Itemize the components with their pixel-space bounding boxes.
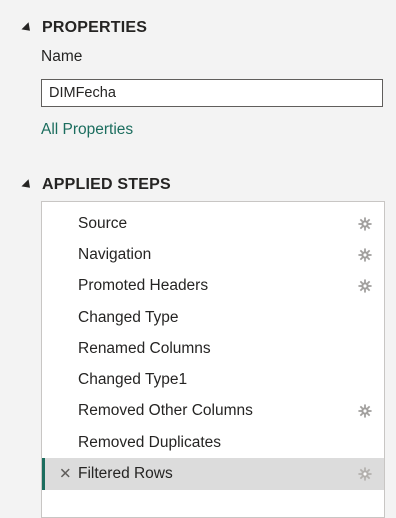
applied-step-item[interactable]: Changed Type1 — [42, 364, 384, 395]
query-name-input[interactable] — [41, 79, 383, 107]
applied-step-item[interactable]: Renamed Columns — [42, 333, 384, 364]
applied-step-label: Removed Other Columns — [78, 402, 253, 420]
name-field-label: Name — [41, 48, 83, 65]
gear-icon[interactable] — [358, 217, 372, 231]
applied-step-item[interactable]: Changed Type — [42, 302, 384, 333]
applied-step-label: Removed Duplicates — [78, 433, 222, 451]
applied-step-item[interactable]: ✕ Filtered Rows — [42, 458, 384, 490]
gear-icon[interactable] — [358, 248, 372, 262]
applied-step-label: Filtered Rows — [78, 465, 173, 483]
properties-section-header[interactable]: PROPERTIES — [21, 19, 148, 37]
applied-steps-section-header[interactable]: APPLIED STEPS — [21, 176, 171, 194]
selected-step-indicator — [42, 458, 45, 490]
applied-step-item[interactable]: Source — [42, 208, 384, 239]
collapse-triangle-icon[interactable] — [21, 178, 34, 191]
applied-step-item[interactable]: Navigation — [42, 239, 384, 270]
applied-steps-list: Source Navigation Promoted Headers Changed … — [42, 208, 384, 490]
gear-icon[interactable] — [358, 404, 372, 418]
query-settings-pane: PROPERTIES Name All Properties APPLIED S… — [0, 0, 396, 518]
applied-step-label: Changed Type1 — [78, 371, 188, 389]
applied-step-item[interactable]: Removed Duplicates — [42, 427, 384, 458]
applied-step-item[interactable]: Removed Other Columns — [42, 396, 384, 427]
applied-steps-header-label: APPLIED STEPS — [42, 176, 171, 193]
properties-header-label: PROPERTIES — [42, 19, 148, 36]
close-icon[interactable]: ✕ — [59, 467, 72, 482]
applied-step-label: Renamed Columns — [78, 339, 211, 357]
all-properties-link[interactable]: All Properties — [41, 121, 133, 139]
applied-step-label: Changed Type — [78, 308, 179, 326]
applied-step-label: Navigation — [78, 245, 152, 263]
applied-step-label: Promoted Headers — [78, 277, 209, 295]
applied-step-label: Source — [78, 214, 128, 232]
applied-step-item[interactable]: Promoted Headers — [42, 271, 384, 302]
collapse-triangle-icon[interactable] — [21, 21, 34, 34]
gear-icon[interactable] — [358, 279, 372, 293]
applied-steps-list-box: Source Navigation Promoted Headers Changed … — [41, 201, 385, 518]
gear-icon[interactable] — [358, 467, 372, 481]
